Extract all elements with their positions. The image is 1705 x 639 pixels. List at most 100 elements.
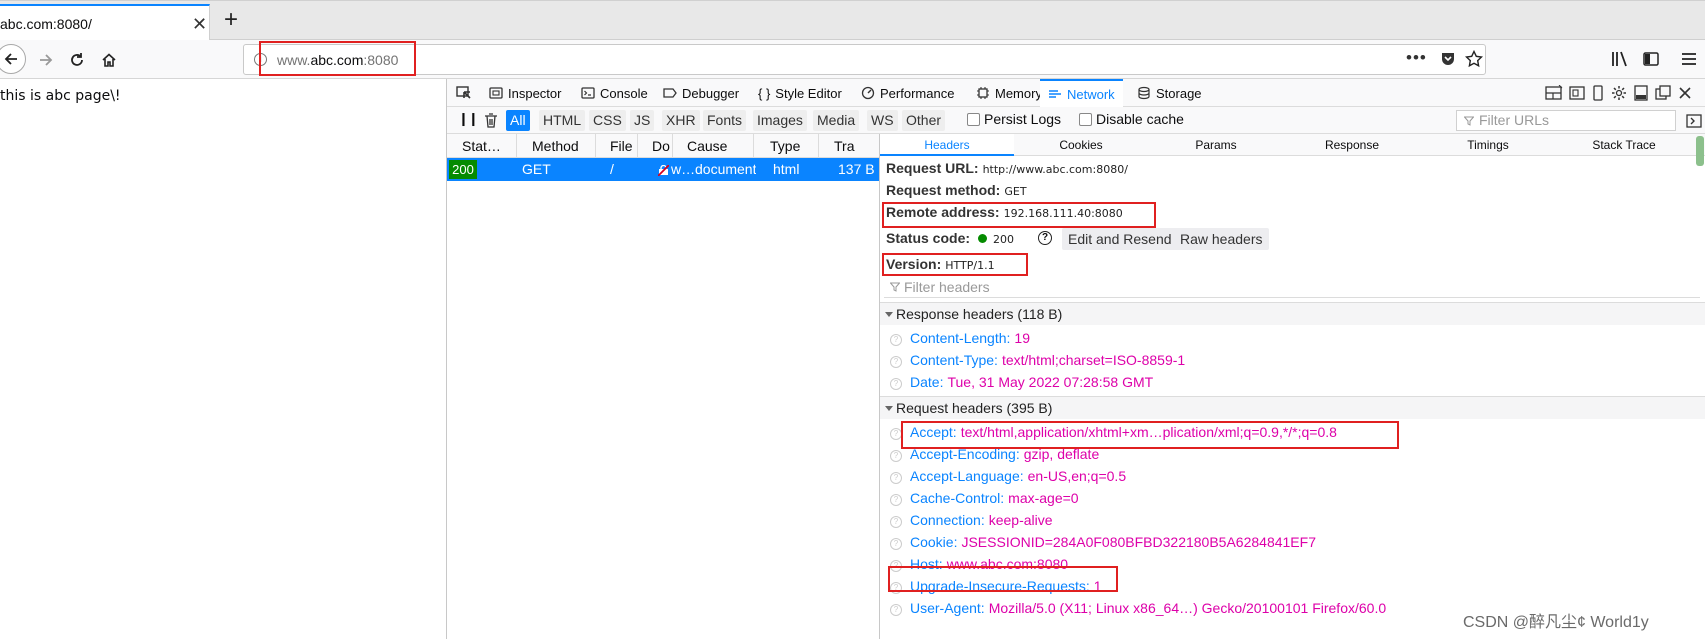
close-devtools-icon[interactable] bbox=[1677, 85, 1693, 101]
column-type[interactable]: Type bbox=[754, 134, 819, 158]
column-transferred[interactable]: Tra bbox=[819, 134, 879, 158]
response-header-row[interactable]: ? Content-Length: 19 bbox=[890, 327, 1030, 349]
header-help-icon[interactable]: ? bbox=[890, 560, 902, 572]
filter-media-button[interactable]: Media bbox=[813, 110, 860, 131]
tab-stack-trace[interactable]: Stack Trace bbox=[1556, 134, 1692, 156]
tab-network[interactable]: Network bbox=[1040, 79, 1123, 107]
new-tab-button[interactable]: + bbox=[224, 7, 238, 33]
page-actions-more-icon[interactable]: ••• bbox=[1406, 48, 1427, 68]
sidebar-icon[interactable] bbox=[1643, 51, 1659, 67]
persist-logs-checkbox[interactable]: Persist Logs bbox=[967, 111, 1061, 127]
column-file[interactable]: File bbox=[596, 134, 638, 158]
tab-console[interactable]: Console bbox=[581, 79, 648, 107]
header-help-icon[interactable]: ? bbox=[890, 334, 902, 346]
persist-logs-box[interactable] bbox=[967, 112, 980, 126]
request-header-row[interactable]: ? Accept-Encoding: gzip, deflate bbox=[890, 443, 1099, 465]
toggle-details-icon[interactable] bbox=[1686, 113, 1702, 129]
tab-memory[interactable]: Memory bbox=[976, 79, 1042, 107]
clear-trash-icon[interactable] bbox=[484, 113, 498, 128]
tab-performance[interactable]: Performance bbox=[861, 79, 954, 107]
filter-html-button[interactable]: HTML bbox=[539, 110, 586, 131]
column-domain[interactable]: Do bbox=[638, 134, 673, 158]
home-button[interactable] bbox=[95, 46, 123, 74]
back-button[interactable] bbox=[0, 44, 26, 74]
tab-response[interactable]: Response bbox=[1284, 134, 1420, 156]
disable-cache-checkbox[interactable]: Disable cache bbox=[1079, 111, 1184, 127]
remote-address-label: Remote address: bbox=[886, 204, 1000, 220]
header-help-icon[interactable]: ? bbox=[890, 494, 902, 506]
response-header-row[interactable]: ? Content-Type: text/html;charset=ISO-8859… bbox=[890, 349, 1185, 371]
tab-timings[interactable]: Timings bbox=[1420, 134, 1556, 156]
tab-style-editor[interactable]: { } Style Editor bbox=[758, 79, 842, 107]
tab-storage[interactable]: Storage bbox=[1137, 79, 1202, 107]
disable-cache-box[interactable] bbox=[1079, 112, 1092, 126]
request-header-row[interactable]: ? Accept-Language: en-US,en;q=0.5 bbox=[890, 465, 1126, 487]
tab-inspector[interactable]: Inspector bbox=[489, 79, 561, 107]
forward-button[interactable] bbox=[32, 46, 60, 74]
header-help-icon[interactable]: ? bbox=[890, 428, 902, 440]
split-console-icon[interactable] bbox=[1545, 85, 1563, 101]
settings-gear-icon[interactable] bbox=[1611, 85, 1627, 101]
filter-fonts-button[interactable]: Fonts bbox=[703, 110, 747, 131]
reload-button[interactable] bbox=[63, 46, 91, 74]
header-value: text/html;charset=ISO-8859-1 bbox=[1001, 352, 1186, 368]
library-icon[interactable] bbox=[1611, 51, 1629, 67]
column-method[interactable]: Method bbox=[517, 134, 596, 158]
response-header-row[interactable]: ? Date: Tue, 31 May 2022 07:28:58 GMT bbox=[890, 371, 1153, 393]
request-header-row[interactable]: ? Cache-Control: max-age=0 bbox=[890, 487, 1079, 509]
request-header-row[interactable]: ? User-Agent: Mozilla/5.0 (X11; Linux x86_… bbox=[890, 597, 1386, 619]
header-help-icon[interactable]: ? bbox=[890, 582, 902, 594]
filter-xhr-button[interactable]: XHR bbox=[662, 110, 700, 131]
column-cause[interactable]: Cause bbox=[673, 134, 754, 158]
site-info-icon[interactable]: i bbox=[254, 53, 267, 66]
header-help-icon[interactable]: ? bbox=[890, 538, 902, 550]
url-bar[interactable]: i www.abc.com:8080 ••• bbox=[243, 44, 1486, 75]
header-help-icon[interactable]: ? bbox=[890, 378, 902, 390]
filter-css-button[interactable]: CSS bbox=[589, 110, 626, 131]
tab-debugger[interactable]: Debugger bbox=[663, 79, 739, 107]
filter-images-button[interactable]: Images bbox=[753, 110, 807, 131]
filter-all-button[interactable]: All bbox=[506, 110, 530, 131]
header-help-icon[interactable]: ? bbox=[890, 356, 902, 368]
request-method-label: Request method: bbox=[886, 182, 1001, 198]
url-text[interactable]: www.abc.com:8080 bbox=[277, 52, 398, 68]
browser-tab[interactable]: abc.com:8080/ ✕ bbox=[0, 4, 210, 41]
filter-ws-button[interactable]: WS bbox=[867, 110, 898, 131]
dock-bottom-icon[interactable] bbox=[1633, 85, 1649, 101]
details-scrollbar[interactable] bbox=[1696, 136, 1704, 166]
pocket-icon[interactable] bbox=[1440, 51, 1456, 67]
tab-cookies[interactable]: Cookies bbox=[1014, 134, 1148, 156]
responsive-mode-icon[interactable] bbox=[1569, 85, 1585, 101]
filter-urls-input[interactable]: Filter URLs bbox=[1456, 110, 1676, 131]
tab-storage-label: Storage bbox=[1156, 85, 1202, 101]
request-header-row[interactable]: ? Cookie: JSESSIONID=284A0F080BFBD322180B5… bbox=[890, 531, 1316, 553]
request-header-row[interactable]: ? Host: www.abc.com:8080 bbox=[890, 553, 1068, 575]
element-picker-icon[interactable] bbox=[456, 85, 472, 101]
raw-headers-button[interactable]: Raw headers bbox=[1174, 228, 1269, 250]
twisty-expanded-icon bbox=[885, 406, 893, 411]
hamburger-menu-icon[interactable] bbox=[1681, 51, 1697, 67]
request-headers-section[interactable]: Request headers (395 B) bbox=[880, 396, 1705, 419]
filter-headers-input[interactable]: Filter headers bbox=[884, 277, 1700, 298]
close-tab-icon[interactable]: ✕ bbox=[192, 15, 207, 33]
header-help-icon[interactable]: ? bbox=[890, 472, 902, 484]
pause-icon[interactable]: ❙❙ bbox=[458, 111, 479, 127]
column-status[interactable]: Stat… bbox=[447, 134, 517, 158]
request-header-row[interactable]: ? Upgrade-Insecure-Requests: 1 bbox=[890, 575, 1102, 597]
dock-window-icon[interactable] bbox=[1655, 85, 1671, 101]
request-header-row[interactable]: ? Accept: text/html,application/xhtml+xm…p… bbox=[890, 421, 1337, 443]
header-help-icon[interactable]: ? bbox=[890, 516, 902, 528]
tab-params[interactable]: Params bbox=[1148, 134, 1284, 156]
response-headers-section[interactable]: Response headers (118 B) bbox=[880, 302, 1705, 325]
header-help-icon[interactable]: ? bbox=[890, 604, 902, 616]
filter-js-button[interactable]: JS bbox=[630, 110, 655, 131]
edit-and-resend-button[interactable]: Edit and Resend bbox=[1062, 228, 1178, 250]
header-help-icon[interactable]: ? bbox=[890, 450, 902, 462]
mobile-device-icon[interactable] bbox=[1591, 85, 1605, 101]
bookmark-star-icon[interactable] bbox=[1465, 50, 1483, 68]
help-icon[interactable]: ? bbox=[1038, 231, 1052, 245]
filter-other-button[interactable]: Other bbox=[902, 110, 946, 131]
request-row[interactable]: 200 GET / w… document html 137 B bbox=[447, 158, 879, 181]
tab-headers[interactable]: Headers bbox=[880, 134, 1014, 156]
request-header-row[interactable]: ? Connection: keep-alive bbox=[890, 509, 1053, 531]
